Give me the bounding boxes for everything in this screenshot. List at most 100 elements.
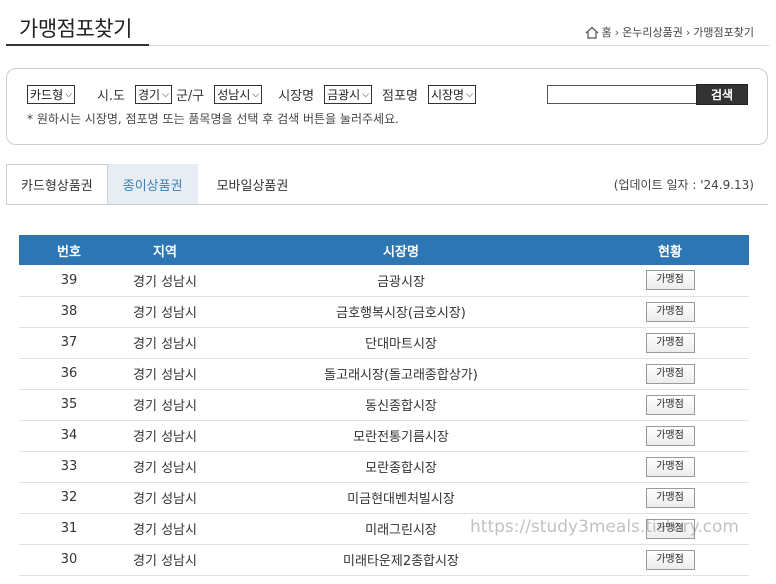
row-region: 경기 성남시 [119, 482, 211, 514]
market-table: 번호 지역 시장명 현황 39 경기 성남시 금광시장 가맹점 38 경기 성남시 금호행복… [19, 235, 749, 576]
row-region: 경기 성남시 [119, 296, 211, 328]
row-market-name: 모란전통기름시장 [211, 420, 591, 452]
row-region: 경기 성남시 [119, 513, 211, 545]
table-row: 31 경기 성남시 미래그린시장 가맹점 [19, 513, 749, 545]
row-status: 가맹점 [591, 358, 749, 390]
card-type-select[interactable]: 카드형 ⌵ [27, 85, 75, 104]
table-header-row: 번호 지역 시장명 현황 [19, 235, 749, 265]
chevron-down-icon: ⌵ [466, 89, 473, 100]
search-panel: 카드형 ⌵ 시.도 경기 ⌵ 군/구 성남시 ⌵ 시장명 금광시 ⌵ 점포명 시장명 ⌵ … [6, 68, 768, 145]
home-icon[interactable] [585, 26, 599, 39]
store-list-button[interactable]: 가맹점 [645, 425, 695, 446]
chevron-down-icon: ⌵ [65, 89, 72, 100]
table-row: 39 경기 성남시 금광시장 가맹점 [19, 265, 749, 297]
table-row: 32 경기 성남시 미금현대벤처빌시장 가맹점 [19, 482, 749, 514]
row-status: 가맹점 [591, 420, 749, 452]
row-status: 가맹점 [591, 265, 749, 297]
search-hint: * 원하시는 시장명, 점포명 또는 품목명을 선택 후 검색 버튼을 눌러주세… [27, 112, 399, 126]
store-list-button[interactable]: 가맹점 [645, 270, 695, 291]
header-status: 현황 [591, 235, 749, 265]
row-market-name: 동신종합시장 [211, 389, 591, 421]
row-market-name: 미래그린시장 [211, 513, 591, 545]
row-status: 가맹점 [591, 482, 749, 514]
store-list-button[interactable]: 가맹점 [645, 549, 695, 570]
search-input[interactable] [547, 85, 697, 104]
row-region: 경기 성남시 [119, 389, 211, 421]
row-status: 가맹점 [591, 451, 749, 483]
chevron-down-icon: ⌵ [252, 89, 260, 100]
store-list-button[interactable]: 가맹점 [645, 394, 695, 415]
header-number: 번호 [19, 235, 119, 265]
header-region: 지역 [119, 235, 211, 265]
row-market-name: 미금현대벤처빌시장 [211, 482, 591, 514]
search-row: 카드형 ⌵ 시.도 경기 ⌵ 군/구 성남시 ⌵ 시장명 금광시 ⌵ 점포명 시장명 ⌵ [27, 85, 476, 104]
search-button[interactable]: 검색 [696, 84, 748, 105]
sido-label: 시.도 [96, 89, 126, 104]
store-list-button[interactable]: 가맹점 [645, 332, 695, 353]
row-number: 35 [19, 389, 119, 421]
tab-bar: 카드형상품권 종이상품권 모바일상품권 [6, 164, 303, 205]
row-market-name: 금광시장 [211, 265, 591, 297]
breadcrumb-home[interactable]: 홈 [602, 24, 612, 40]
table-row: 33 경기 성남시 모란종합시장 가맹점 [19, 451, 749, 483]
row-region: 경기 성남시 [119, 420, 211, 452]
sido-select[interactable]: 경기 ⌵ [135, 85, 172, 104]
row-number: 34 [19, 420, 119, 452]
row-region: 경기 성남시 [119, 358, 211, 390]
row-market-name: 미래타운제2종합시장 [211, 544, 591, 576]
tab-divider [6, 204, 768, 205]
tab-paper-voucher[interactable]: 종이상품권 [107, 164, 198, 205]
breadcrumb: 홈 › 온누리상품권 › 가맹점포찾기 [585, 24, 754, 40]
chevron-right-icon: › [685, 25, 691, 39]
market-label: 시장명 [278, 89, 315, 104]
store-list-button[interactable]: 가맹점 [645, 456, 695, 477]
gungu-select[interactable]: 성남시 ⌵ [214, 85, 263, 104]
page-title: 가맹점포찾기 [19, 17, 132, 41]
row-number: 30 [19, 544, 119, 576]
row-number: 31 [19, 513, 119, 545]
row-number: 36 [19, 358, 119, 390]
row-number: 39 [19, 265, 119, 297]
row-number: 33 [19, 451, 119, 483]
table-row: 35 경기 성남시 동신종합시장 가맹점 [19, 389, 749, 421]
chevron-down-icon: ⌵ [162, 89, 169, 100]
tab-mobile-voucher[interactable]: 모바일상품권 [198, 164, 304, 205]
store-list-button[interactable]: 가맹점 [645, 518, 695, 539]
title-underline [6, 44, 149, 46]
row-status: 가맹점 [591, 296, 749, 328]
breadcrumb-current: 가맹점포찾기 [693, 26, 754, 39]
table-row: 38 경기 성남시 금호행복시장(금호시장) 가맹점 [19, 296, 749, 328]
header-market: 시장명 [211, 235, 591, 265]
row-status: 가맹점 [591, 544, 749, 576]
row-market-name: 단대마트시장 [211, 327, 591, 359]
row-region: 경기 성남시 [119, 544, 211, 576]
chevron-down-icon: ⌵ [362, 89, 370, 100]
row-region: 경기 성남시 [119, 265, 211, 297]
store-list-button[interactable]: 가맹점 [645, 487, 695, 508]
store-select[interactable]: 시장명 ⌵ [427, 85, 476, 104]
gungu-label: 군/구 [175, 89, 205, 104]
market-select[interactable]: 금광시 ⌵ [324, 85, 373, 104]
row-status: 가맹점 [591, 513, 749, 545]
store-list-button[interactable]: 가맹점 [645, 301, 695, 322]
row-region: 경기 성남시 [119, 327, 211, 359]
breadcrumb-onnuri[interactable]: 온누리상품권 [622, 24, 683, 40]
row-number: 37 [19, 327, 119, 359]
table-row: 34 경기 성남시 모란전통기름시장 가맹점 [19, 420, 749, 452]
update-date: (업데이트 일자 : '24.9.13) [613, 178, 754, 192]
table-row: 36 경기 성남시 돌고래시장(돌고래종합상가) 가맹점 [19, 358, 749, 390]
row-market-name: 돌고래시장(돌고래종합상가) [211, 358, 591, 390]
chevron-right-icon: › [614, 25, 620, 39]
row-status: 가맹점 [591, 327, 749, 359]
header-divider [149, 45, 769, 46]
tab-card-voucher[interactable]: 카드형상품권 [6, 164, 108, 205]
store-label: 점포명 [382, 89, 418, 104]
row-market-name: 금호행복시장(금호시장) [211, 296, 591, 328]
row-status: 가맹점 [591, 389, 749, 421]
table-row: 37 경기 성남시 단대마트시장 가맹점 [19, 327, 749, 359]
store-list-button[interactable]: 가맹점 [645, 363, 695, 384]
row-number: 38 [19, 296, 119, 328]
row-market-name: 모란종합시장 [211, 451, 591, 483]
row-region: 경기 성남시 [119, 451, 211, 483]
table-row: 30 경기 성남시 미래타운제2종합시장 가맹점 [19, 544, 749, 576]
